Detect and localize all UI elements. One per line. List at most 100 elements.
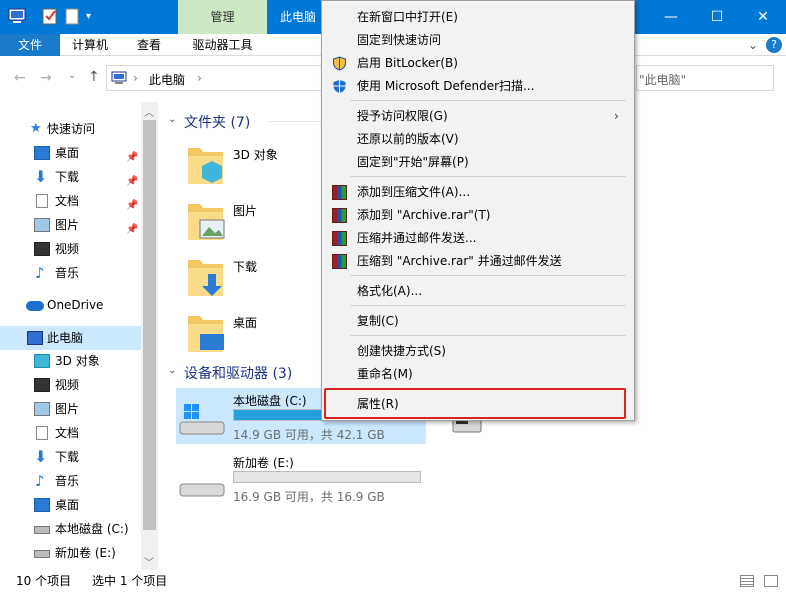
drive-name: 新加卷 (E:) — [233, 456, 294, 470]
back-icon[interactable]: ← — [14, 70, 26, 86]
up-icon[interactable]: ↑ — [88, 69, 100, 85]
sidebar-item[interactable]: 文档 — [0, 421, 141, 445]
sidebar-item-onedrive[interactable]: OneDrive — [0, 293, 141, 317]
menu-item-label: 使用 Microsoft Defender扫描... — [357, 79, 535, 93]
new-folder-icon[interactable] — [64, 7, 80, 27]
picture-icon — [34, 402, 50, 416]
sidebar-item[interactable]: ♪ 音乐 — [0, 261, 141, 285]
sidebar-item[interactable]: 文档 📌 — [0, 189, 141, 213]
menu-item-grant-access[interactable]: 授予访问权限(G) › — [322, 105, 634, 128]
menu-item-open-new-window[interactable]: 在新窗口中打开(E) — [322, 6, 634, 29]
menu-item-restore-versions[interactable]: 还原以前的版本(V) — [322, 128, 634, 151]
menu-item-rename[interactable]: 重命名(M) — [322, 363, 634, 386]
scroll-thumb[interactable] — [143, 120, 156, 530]
winrar-icon — [332, 231, 347, 246]
chevron-up-icon[interactable]: ︿ — [144, 104, 154, 119]
drive-space: 16.9 GB 可用，共 16.9 GB — [233, 490, 385, 504]
tab-view[interactable]: 查看 — [120, 34, 178, 56]
menu-item-label: 创建快捷方式(S) — [357, 344, 446, 358]
winrar-icon — [332, 208, 347, 223]
download-icon: ⬇ — [34, 447, 48, 466]
menu-item-label: 启用 BitLocker(B) — [357, 56, 458, 70]
menu-item-compress-email[interactable]: 压缩并通过邮件发送... — [322, 227, 634, 250]
folder-name[interactable]: 下载 — [233, 258, 257, 275]
sidebar-item-quick-access[interactable]: ★ 快速访问 — [0, 117, 141, 141]
sidebar-item-label: 音乐 — [55, 266, 80, 280]
menu-item-pin-quick-access[interactable]: 固定到快速访问 — [322, 29, 634, 52]
menu-item-pin-start[interactable]: 固定到"开始"屏幕(P) — [322, 151, 634, 174]
minimize-button[interactable]: — — [648, 0, 694, 34]
window-title: 此电脑 — [280, 10, 317, 24]
folder-name[interactable]: 3D 对象 — [233, 146, 278, 163]
sidebar-item-label: 下载 — [55, 170, 80, 184]
menu-item-bitlocker[interactable]: 启用 BitLocker(B) — [322, 52, 634, 75]
video-icon — [34, 378, 50, 392]
menu-item-add-archive[interactable]: 添加到压缩文件(A)... — [322, 181, 634, 204]
sidebar-item[interactable]: 视频 — [0, 373, 141, 397]
help-icon[interactable]: ? — [766, 37, 782, 53]
large-icons-view-icon[interactable] — [764, 575, 778, 587]
sidebar-item-label: 3D 对象 — [55, 354, 100, 368]
computer-icon[interactable] — [8, 7, 26, 27]
chevron-down-icon[interactable]: ⌄ — [68, 70, 76, 81]
address-box[interactable]: › 此电脑 › — [106, 65, 322, 91]
maximize-button[interactable]: ☐ — [694, 0, 740, 34]
sidebar-item-label: 此电脑 — [47, 331, 84, 345]
sidebar-item[interactable]: 视频 — [0, 237, 141, 261]
menu-item-compress-rar-email[interactable]: 压缩到 "Archive.rar" 并通过邮件发送 — [322, 250, 634, 273]
folder-name[interactable]: 图片 — [233, 202, 257, 219]
close-button[interactable]: ✕ — [740, 0, 786, 34]
sidebar-item-label: 下载 — [55, 450, 80, 464]
menu-item-add-archive-rar[interactable]: 添加到 "Archive.rar"(T) — [322, 204, 634, 227]
tab-file[interactable]: 文件 — [0, 34, 60, 56]
search-box[interactable]: "此电脑" — [636, 65, 774, 91]
drive-item-e[interactable]: 新加卷 (E:) 16.9 GB 可用，共 16.9 GB — [176, 450, 426, 506]
menu-item-copy[interactable]: 复制(C) — [322, 310, 634, 333]
menu-item-format[interactable]: 格式化(A)... — [322, 280, 634, 303]
sidebar-scrollbar[interactable]: ︿ ﹀ — [141, 102, 158, 570]
sidebar-item-this-pc[interactable]: 此电脑 — [0, 326, 141, 350]
chevron-down-icon[interactable]: ⌄ — [745, 37, 761, 53]
menu-separator — [350, 275, 626, 276]
tab-drive-tools[interactable]: 驱动器工具 — [178, 34, 267, 56]
sidebar-item[interactable]: 桌面 📌 — [0, 141, 141, 165]
sidebar-item[interactable]: 3D 对象 — [0, 349, 141, 373]
sidebar-item-label: 桌面 — [55, 146, 80, 160]
sidebar-item[interactable]: ⬇ 下载 — [0, 445, 141, 469]
menu-item-label: 固定到快速访问 — [357, 33, 442, 47]
tab-computer[interactable]: 计算机 — [60, 34, 120, 56]
chevron-right-icon: › — [133, 71, 138, 85]
sidebar-item[interactable]: ♪ 音乐 — [0, 469, 141, 493]
sidebar-item-label: 新加卷 (E:) — [55, 546, 116, 560]
forward-icon[interactable]: → — [40, 70, 52, 86]
folder-icon[interactable] — [186, 142, 226, 186]
menu-item-create-shortcut[interactable]: 创建快捷方式(S) — [322, 340, 634, 363]
music-icon: ♪ — [35, 264, 45, 282]
group-header-devices[interactable]: 设备和驱动器 (3) — [184, 363, 292, 383]
sidebar-item-label: 视频 — [55, 242, 80, 256]
chevron-down-icon[interactable]: ⌄ — [168, 365, 176, 376]
group-header-folders[interactable]: 文件夹 (7) — [184, 112, 250, 132]
chevron-down-icon[interactable]: ▾ — [86, 7, 98, 27]
chevron-down-icon[interactable]: ⌄ — [168, 114, 176, 125]
sidebar-item[interactable]: 新加卷 (E:) — [0, 541, 141, 565]
properties-icon[interactable] — [42, 7, 58, 27]
sidebar-item[interactable]: ⬇ 下载 📌 — [0, 165, 141, 189]
sidebar-item[interactable]: 图片 📌 — [0, 213, 141, 237]
drive-name: 本地磁盘 (C:) — [233, 394, 307, 408]
chevron-down-icon[interactable]: ﹀ — [144, 554, 154, 569]
menu-item-label: 还原以前的版本(V) — [357, 132, 459, 146]
menu-item-defender-scan[interactable]: 使用 Microsoft Defender扫描... — [322, 75, 634, 98]
folder-name[interactable]: 桌面 — [233, 314, 257, 331]
folder-icon[interactable] — [186, 198, 226, 242]
sidebar-item[interactable]: 图片 — [0, 397, 141, 421]
manage-tab[interactable]: 管理 — [178, 0, 267, 34]
sidebar-item[interactable]: 本地磁盘 (C:) — [0, 517, 141, 541]
menu-item-label: 添加到 "Archive.rar"(T) — [357, 208, 491, 222]
status-bar: 10 个项目 选中 1 个项目 — [0, 570, 786, 593]
search-placeholder: "此电脑" — [639, 73, 687, 87]
folder-icon[interactable] — [186, 310, 226, 354]
details-view-icon[interactable] — [740, 575, 754, 587]
sidebar-item[interactable]: 桌面 — [0, 493, 141, 517]
folder-icon[interactable] — [186, 254, 226, 298]
